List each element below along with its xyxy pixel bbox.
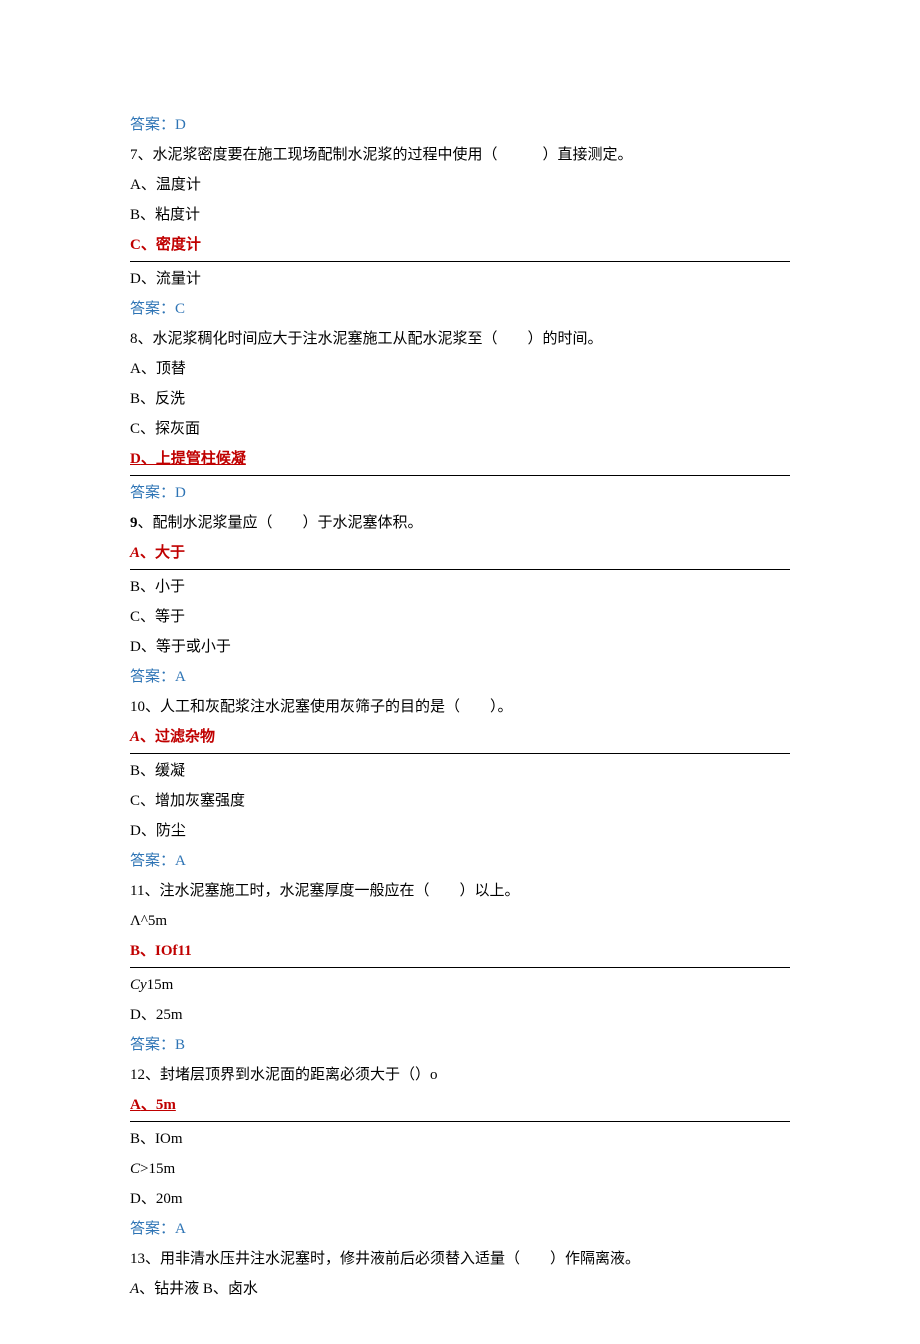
q11-option-d: D、25m [130, 1000, 790, 1030]
q11-option-c: Cy15m [130, 970, 790, 1000]
q9-a-prefix: A [130, 545, 140, 561]
answer-b: 答案：B [130, 1030, 790, 1060]
q12-option-c: C>15m [130, 1154, 790, 1184]
question-9: 9、配制水泥浆量应（ ）于水泥塞体积。 [130, 508, 790, 538]
q8-option-b: B、反洗 [130, 384, 790, 414]
q12-option-b: B、IOm [130, 1124, 790, 1154]
question-10: 10、人工和灰配浆注水泥塞使用灰筛子的目的是（ ）。 [130, 692, 790, 722]
q9-option-b: B、小于 [130, 572, 790, 602]
q9-number: 9 [130, 515, 138, 531]
q12-a-rest: 、5m [141, 1097, 176, 1113]
q7-c-rest: 、密度计 [141, 237, 201, 253]
q8-option-c: C、探灰面 [130, 414, 790, 444]
q13-option-ab: A、钻井液 B、卤水 [130, 1274, 790, 1304]
q7-c-prefix: C [130, 237, 141, 253]
q7-option-a: A、温度计 [130, 170, 790, 200]
answer-a: 答案：A [130, 662, 790, 692]
q9-option-d: D、等于或小于 [130, 632, 790, 662]
q9-option-c: C、等于 [130, 602, 790, 632]
answer-a2: 答案：A [130, 846, 790, 876]
answer-d2: 答案：D [130, 478, 790, 508]
q8-d-rest: 、上提管柱候凝 [141, 451, 246, 467]
question-8: 8、水泥浆稠化时间应大于注水泥塞施工从配水泥浆至（ ）的时间。 [130, 324, 790, 354]
q10-option-d: D、防尘 [130, 816, 790, 846]
q10-a-prefix: A [130, 729, 140, 745]
q8-option-d-correct: D、上提管柱候凝 [130, 444, 790, 476]
q10-a-rest: 、过滤杂物 [140, 729, 215, 745]
question-12: 12、封堵层顶界到水泥面的距离必须大于（）o [130, 1060, 790, 1090]
q12-c-prefix: C [130, 1161, 140, 1177]
q12-option-d: D、20m [130, 1184, 790, 1214]
q10-option-b: B、缓凝 [130, 756, 790, 786]
q11-option-b-correct: B、IOf11 [130, 936, 790, 968]
q9-text: 、配制水泥浆量应（ ）于水泥塞体积。 [138, 515, 423, 531]
q7-option-c-correct: C、密度计 [130, 230, 790, 262]
question-7: 7、水泥浆密度要在施工现场配制水泥浆的过程中使用（ ）直接测定。 [130, 140, 790, 170]
q8-option-a: A、顶替 [130, 354, 790, 384]
q11-b-rest: 、IOf11 [140, 943, 192, 959]
question-13: 13、用非清水压井注水泥塞时，修井液前后必须替入适量（ ）作隔离液。 [130, 1244, 790, 1274]
answer-d: 答案：D [130, 110, 790, 140]
q10-option-a-correct: A、过滤杂物 [130, 722, 790, 754]
q11-c-rest: 15m [147, 977, 174, 993]
answer-c: 答案：C [130, 294, 790, 324]
q10-option-c: C、增加灰塞强度 [130, 786, 790, 816]
q7-option-d: D、流量计 [130, 264, 790, 294]
q13-a-rest: 、钻井液 B、卤水 [139, 1281, 258, 1297]
q12-c-rest: >15m [140, 1161, 175, 1177]
q8-d-prefix: D [130, 451, 141, 467]
q9-a-rest: 、大于 [140, 545, 185, 561]
q7-option-b: B、粘度计 [130, 200, 790, 230]
q11-b-prefix: B [130, 943, 140, 959]
q9-option-a-correct: A、大于 [130, 538, 790, 570]
q11-c-prefix: Cy [130, 977, 147, 993]
q11-option-a: Λ^5m [130, 906, 790, 936]
answer-a3: 答案：A [130, 1214, 790, 1244]
q12-a-prefix: A [130, 1097, 141, 1113]
q13-a-prefix: A [130, 1281, 139, 1297]
question-11: 11、注水泥塞施工时，水泥塞厚度一般应在（ ）以上。 [130, 876, 790, 906]
q12-option-a-correct: A、5m [130, 1090, 790, 1122]
